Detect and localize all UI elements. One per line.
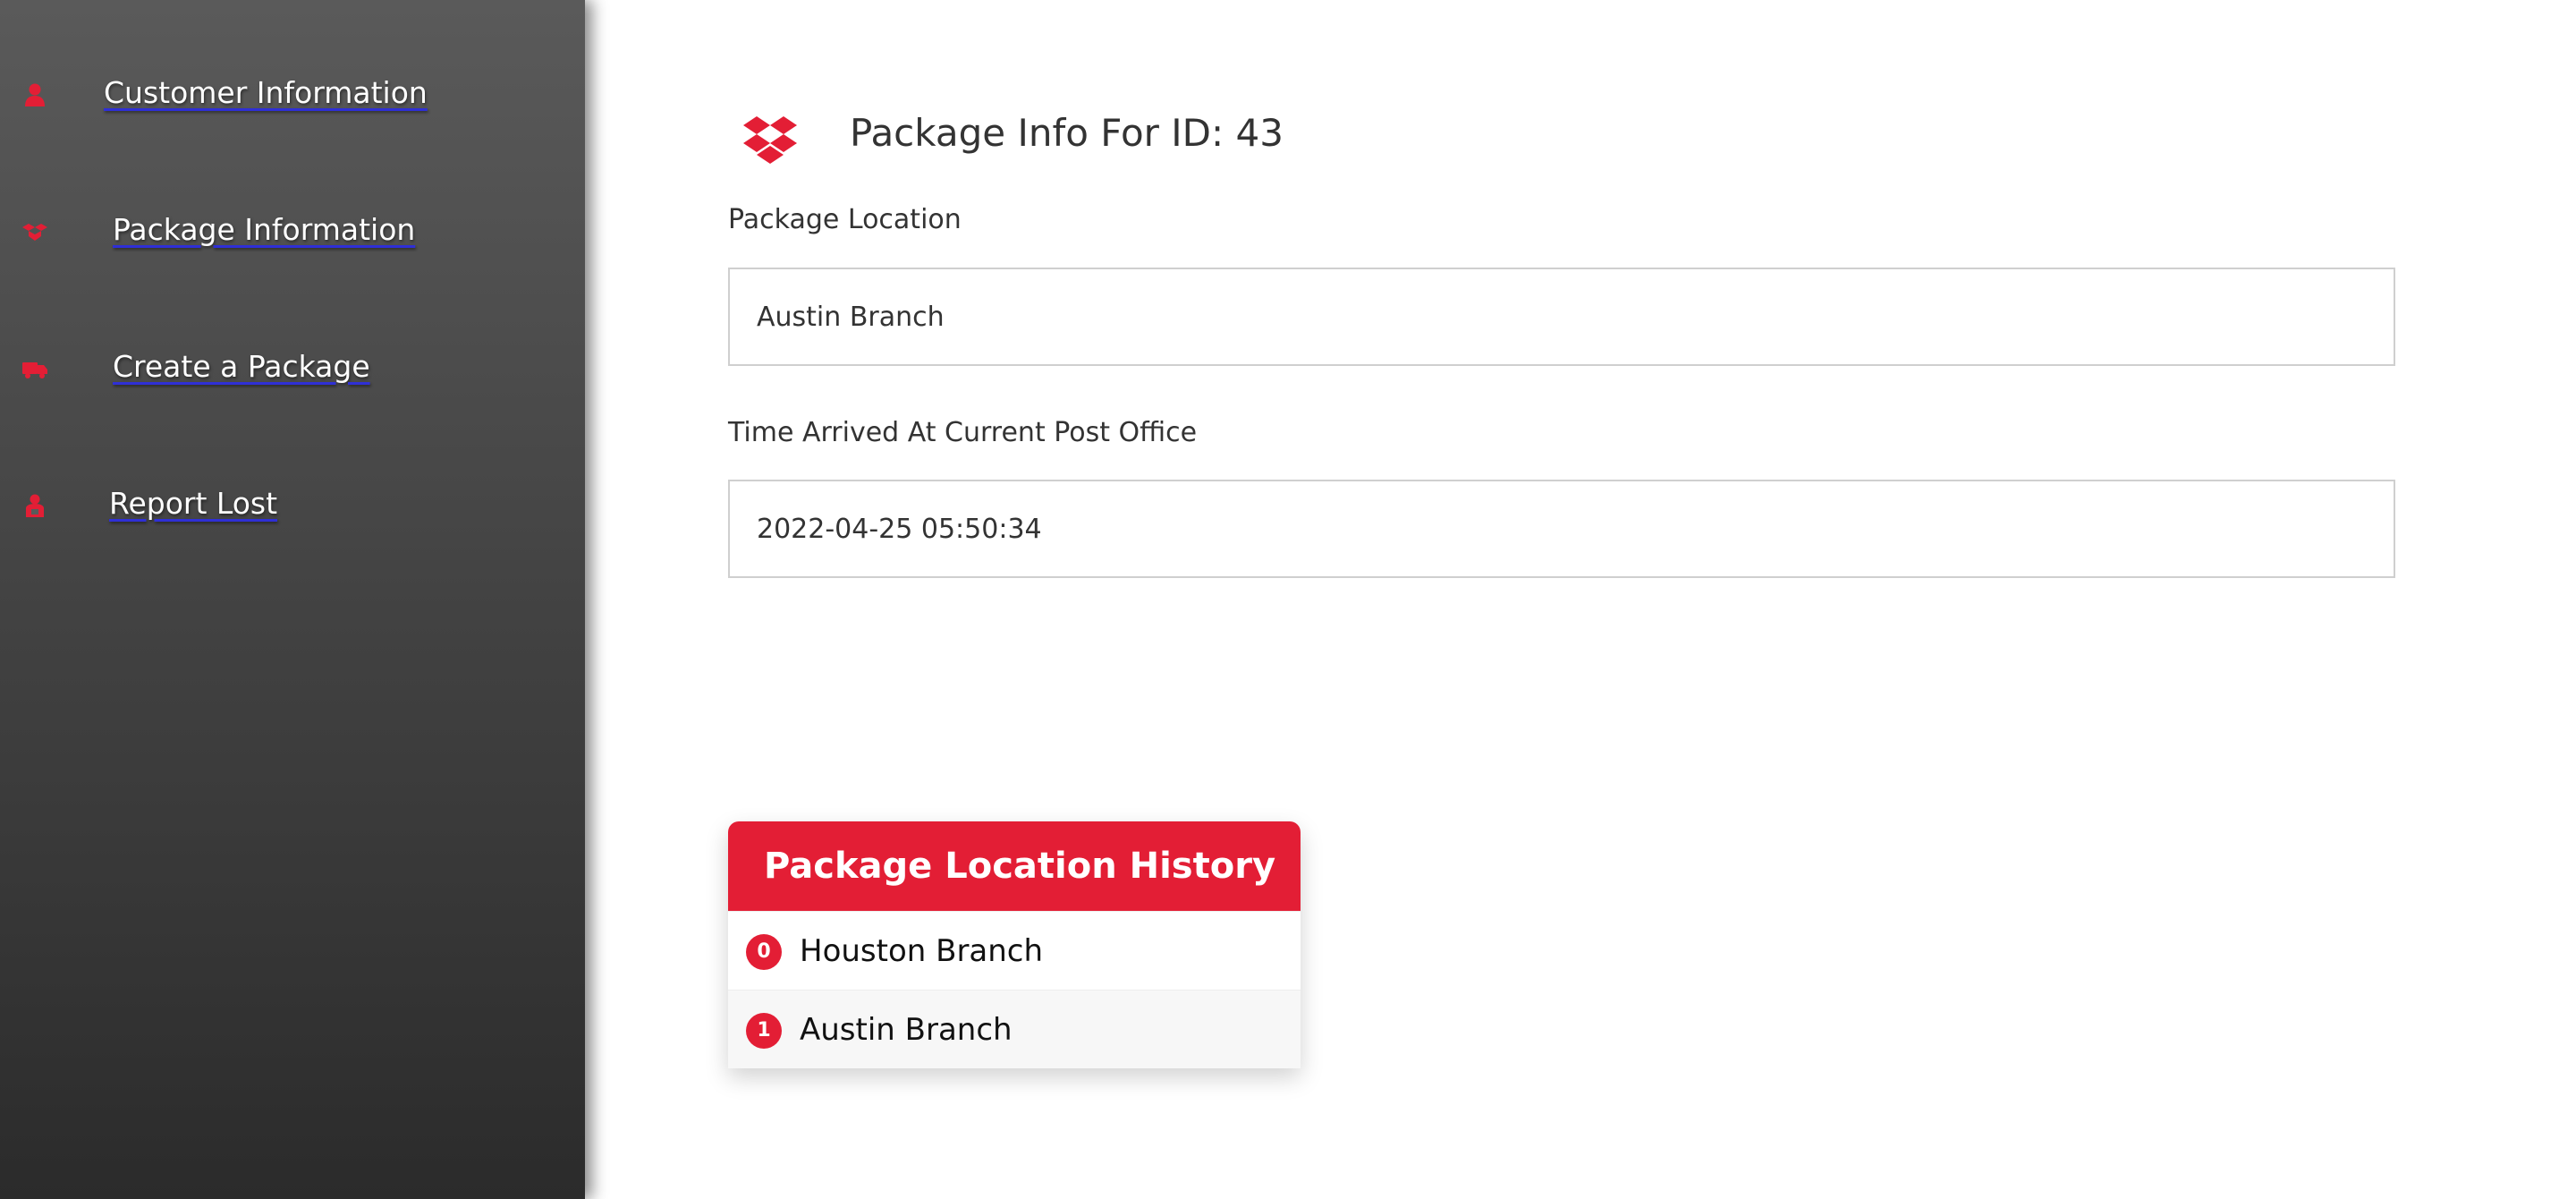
index-badge: 0 — [746, 934, 782, 970]
sidebar: Customer Information Package Information… — [0, 0, 585, 1199]
time-arrived-label: Time Arrived At Current Post Office — [728, 417, 1198, 448]
sidebar-item-create-package[interactable]: Create a Package — [0, 333, 585, 404]
location-history-card: Package Location History 0 Houston Branc… — [728, 821, 1301, 1068]
branch-name: Houston Branch — [800, 933, 1044, 969]
time-arrived-field[interactable] — [728, 480, 2395, 578]
branch-name: Austin Branch — [800, 1012, 1013, 1048]
list-item: 0 Houston Branch — [728, 911, 1301, 990]
sidebar-item-label: Customer Information — [104, 75, 428, 110]
sidebar-item-label: Report Lost — [109, 486, 278, 521]
package-box-icon — [742, 115, 798, 165]
index-badge: 1 — [746, 1013, 782, 1049]
user-icon — [21, 81, 48, 108]
sidebar-item-label: Package Information — [113, 212, 416, 247]
list-item: 1 Austin Branch — [728, 990, 1301, 1068]
location-history-title: Package Location History — [728, 821, 1301, 911]
page-title: Package Info For ID: 43 — [850, 111, 1284, 155]
sidebar-item-customer-information[interactable]: Customer Information — [0, 59, 585, 131]
sidebar-item-label: Create a Package — [113, 349, 370, 384]
sidebar-item-report-lost[interactable]: Report Lost — [0, 470, 585, 541]
truck-icon — [21, 355, 48, 382]
box-icon — [21, 218, 48, 245]
sidebar-item-package-information[interactable]: Package Information — [0, 196, 585, 268]
package-location-label: Package Location — [728, 204, 962, 235]
lost-person-icon — [21, 492, 48, 519]
package-location-field[interactable] — [728, 268, 2395, 366]
